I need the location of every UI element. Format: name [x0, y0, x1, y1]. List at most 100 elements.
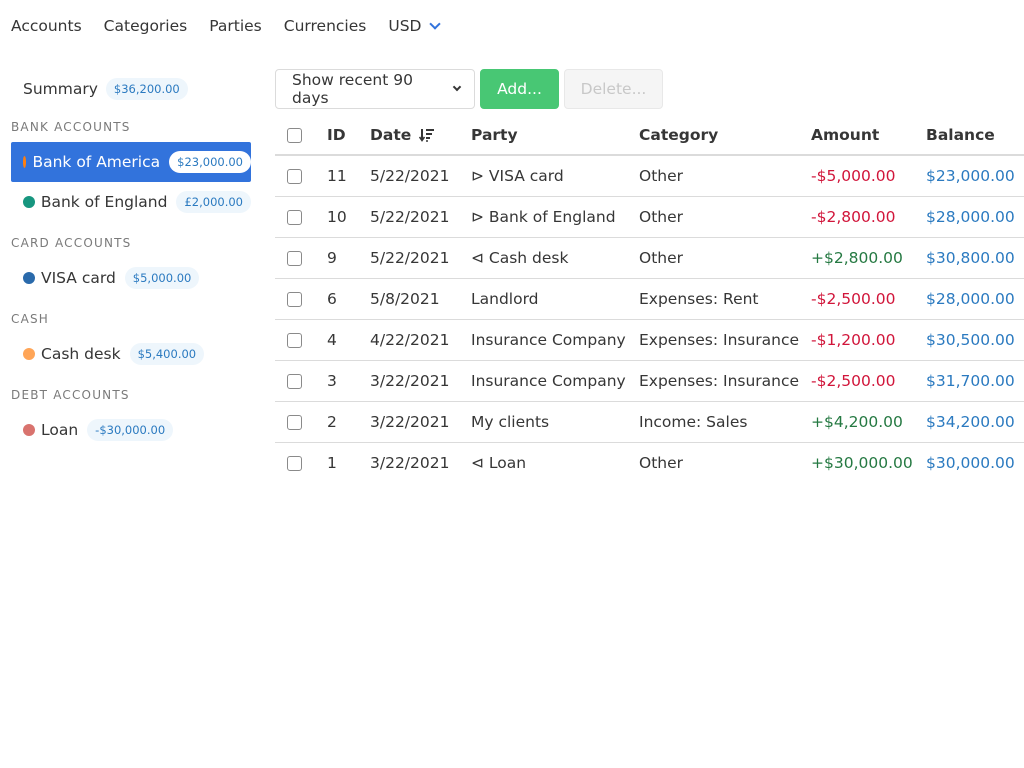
- transactions-table: ID Date Party Category Amount Balance 11…: [275, 115, 1024, 483]
- currency-label: USD: [388, 17, 422, 35]
- table-row[interactable]: 6 5/8/2021 Landlord Expenses: Rent -$2,500.0…: [275, 278, 1024, 320]
- cell-category: Expenses: Insurance: [639, 319, 811, 361]
- cell-id: 1: [327, 453, 337, 472]
- cell-amount: -$1,200.00: [811, 319, 926, 361]
- summary-label: Summary: [23, 80, 98, 98]
- account-color-dot-icon: [23, 348, 35, 360]
- row-checkbox[interactable]: [287, 332, 302, 348]
- sort-descending-icon: [418, 129, 434, 142]
- cell-category: Other: [639, 155, 811, 197]
- row-checkbox-cell: [275, 196, 327, 238]
- nav-accounts[interactable]: Accounts: [0, 17, 93, 35]
- account-name: Cash desk: [41, 345, 121, 363]
- cell-party: Insurance Company: [471, 360, 639, 402]
- cell-amount: -$2,500.00: [811, 278, 926, 320]
- header-amount[interactable]: Amount: [811, 115, 926, 156]
- row-checkbox-cell: [275, 360, 327, 402]
- cell-date: 3/22/2021: [370, 360, 471, 402]
- table-row[interactable]: 9 5/22/2021 ⊲ Cash desk Other +$2,800.00 $30,…: [275, 237, 1024, 279]
- cell-amount: -$2,500.00: [811, 360, 926, 402]
- nav-currencies[interactable]: Currencies: [273, 17, 378, 35]
- cell-id: 3: [327, 360, 370, 402]
- table-row[interactable]: 11 5/22/2021 ⊳ VISA card Other -$5,000.00 $23…: [275, 155, 1024, 197]
- table-row[interactable]: 3 3/22/2021 Insurance Company Expenses: Ins…: [275, 360, 1024, 402]
- row-checkbox[interactable]: [287, 291, 302, 307]
- header-select-all: [275, 115, 327, 156]
- row-checkbox[interactable]: [287, 250, 302, 266]
- cell-party: ⊳ VISA card: [471, 155, 639, 197]
- main-panel: Show recent 90 days Add... Delete... ID …: [275, 69, 1024, 483]
- table-row[interactable]: 2 3/22/2021 My clients Income: Sales +$4,200…: [275, 401, 1024, 443]
- cell-category: Other: [639, 237, 811, 279]
- header-date[interactable]: Date: [370, 115, 471, 156]
- table-body: 11 5/22/2021 ⊳ VISA card Other -$5,000.00 $23…: [275, 155, 1024, 483]
- row-checkbox-cell: [275, 401, 327, 443]
- group-label: CARD ACCOUNTS: [11, 236, 132, 250]
- row-checkbox[interactable]: [287, 414, 302, 430]
- cell-balance: $30,800.00: [926, 237, 1024, 279]
- account-name: Bank of America: [32, 153, 161, 171]
- select-all-checkbox[interactable]: [287, 127, 302, 143]
- row-checkbox[interactable]: [287, 455, 302, 471]
- toolbar: Show recent 90 days Add... Delete...: [275, 69, 1024, 109]
- account-balance-badge: -$30,000.00: [87, 419, 174, 441]
- cell-party: My clients: [471, 401, 639, 443]
- account-name: VISA card: [41, 269, 116, 287]
- cell-id: 10: [327, 196, 370, 238]
- cell-party: Insurance Company: [471, 319, 639, 361]
- date-range-select[interactable]: Show recent 90 days: [275, 69, 475, 109]
- row-checkbox[interactable]: [287, 373, 302, 389]
- account-groups: BANK ACCOUNTS Bank of America $23,000.00 Ba…: [11, 120, 251, 450]
- sidebar-account[interactable]: Cash desk $5,400.00: [11, 334, 251, 374]
- cell-category: Other: [639, 196, 811, 238]
- cell-category: Expenses: Rent: [639, 278, 811, 320]
- nav-categories[interactable]: Categories: [93, 17, 199, 35]
- header-balance[interactable]: Balance: [926, 115, 1024, 156]
- group-label: CASH: [11, 312, 50, 326]
- cell-id: 11: [327, 155, 370, 197]
- header-date-label: Date: [370, 125, 412, 144]
- sidebar-summary[interactable]: Summary $36,200.00: [11, 72, 251, 106]
- sidebar-account[interactable]: Bank of America $23,000.00: [11, 142, 251, 182]
- chevron-down-icon: [452, 82, 462, 92]
- cell-date: 4/22/2021: [370, 319, 471, 361]
- cell-balance: $34,200.00: [926, 401, 1024, 443]
- cell-id: 2: [327, 401, 370, 443]
- add-button[interactable]: Add...: [480, 69, 559, 109]
- cell-balance: $28,000.00: [926, 196, 1024, 238]
- cell-category: Expenses: Insurance: [639, 360, 811, 402]
- sidebar-account[interactable]: Bank of England £2,000.00: [11, 182, 251, 222]
- sidebar-account[interactable]: VISA card $5,000.00: [11, 258, 251, 298]
- cell-date: 5/22/2021: [370, 196, 471, 238]
- sidebar-account[interactable]: Loan -$30,000.00: [11, 410, 251, 450]
- cell-date: 5/22/2021: [370, 155, 471, 197]
- cell-party: Landlord: [471, 278, 639, 320]
- header-category[interactable]: Category: [639, 115, 811, 156]
- nav-parties[interactable]: Parties: [198, 17, 273, 35]
- cell-id: 4: [327, 319, 370, 361]
- chevron-down-icon: [429, 17, 442, 30]
- currency-dropdown[interactable]: USD: [377, 17, 450, 35]
- table-row[interactable]: 1 3/22/2021 ⊲ Loan Other +$30,000.00 $30,000.…: [275, 442, 1024, 483]
- cell-id: 9: [327, 237, 370, 279]
- account-color-dot-icon: [23, 156, 27, 168]
- row-checkbox[interactable]: [287, 168, 302, 184]
- account-name: Bank of England: [40, 193, 168, 211]
- row-checkbox[interactable]: [287, 209, 302, 225]
- table-header-row: ID Date Party Category Amount Balance: [275, 115, 1024, 156]
- cell-balance: $30,500.00: [926, 319, 1024, 361]
- cell-amount: -$2,800.00: [811, 196, 926, 238]
- table-row[interactable]: 10 5/22/2021 ⊳ Bank of England Other -$2,800…: [275, 196, 1024, 238]
- account-color-dot-icon: [23, 272, 35, 284]
- table-row[interactable]: 4 4/22/2021 Insurance Company Expenses: Ins…: [275, 319, 1024, 361]
- account-color-dot-icon: [23, 424, 35, 436]
- header-id[interactable]: ID: [327, 115, 370, 156]
- row-checkbox-cell: [275, 319, 327, 361]
- account-balance-badge: £2,000.00: [176, 191, 251, 213]
- account-name: Loan: [41, 421, 79, 439]
- delete-button[interactable]: Delete...: [564, 69, 663, 109]
- account-balance-badge: $5,000.00: [124, 267, 200, 289]
- row-checkbox-cell: [275, 155, 327, 197]
- header-party[interactable]: Party: [471, 115, 639, 156]
- cell-balance: $30,000.00: [926, 453, 1015, 472]
